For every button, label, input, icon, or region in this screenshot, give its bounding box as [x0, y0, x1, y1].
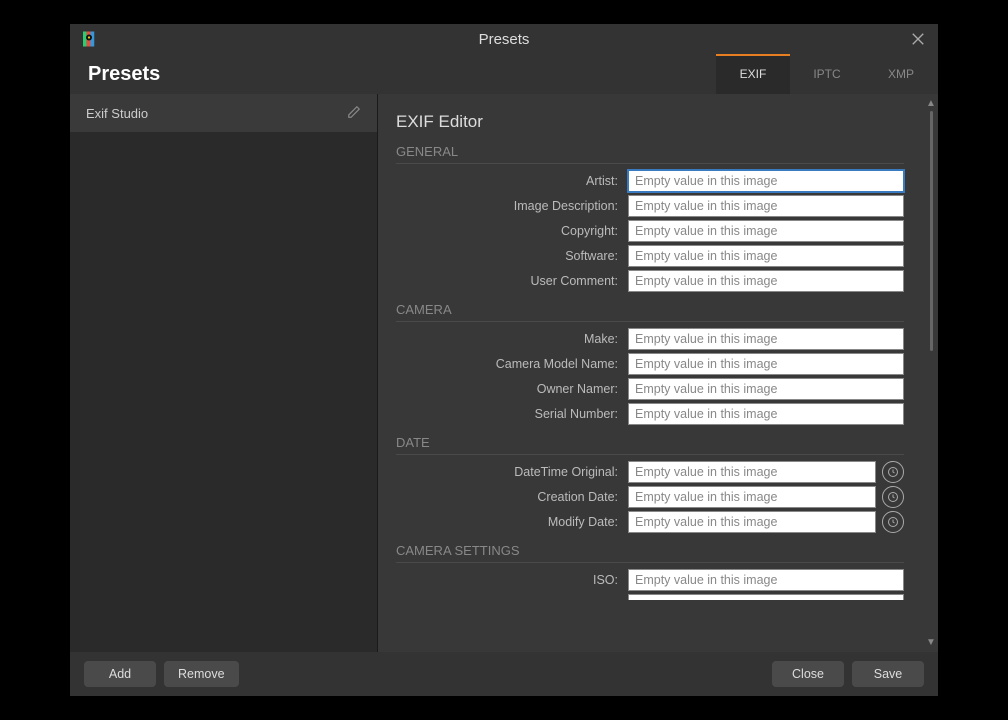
field-label: Software: [396, 249, 628, 263]
field-make: Make: [396, 328, 904, 350]
section-date-header: DATE [396, 435, 904, 455]
tab-xmp[interactable]: XMP [864, 54, 938, 94]
field-serial-number: Serial Number: [396, 403, 904, 425]
editor-scroll[interactable]: EXIF Editor GENERAL Artist: Image Descri… [378, 94, 924, 652]
section-general-header: GENERAL [396, 144, 904, 164]
field-label: Modify Date: [396, 515, 628, 529]
field-label: Make: [396, 332, 628, 346]
field-label: Artist: [396, 174, 628, 188]
remove-button[interactable]: Remove [164, 661, 239, 687]
owner-name-input[interactable] [628, 378, 904, 400]
field-partial [396, 594, 904, 600]
sidebar-item-exif-studio[interactable]: Exif Studio [70, 94, 377, 132]
field-label: User Comment: [396, 274, 628, 288]
save-button[interactable]: Save [852, 661, 924, 687]
user-comment-input[interactable] [628, 270, 904, 292]
app-icon [80, 30, 98, 48]
editor-panel: EXIF Editor GENERAL Artist: Image Descri… [378, 94, 938, 652]
field-label: Owner Namer: [396, 382, 628, 396]
sidebar: Exif Studio [70, 94, 378, 652]
tab-label: IPTC [813, 67, 840, 81]
tab-group: EXIF IPTC XMP [716, 54, 938, 94]
field-label: Copyright: [396, 224, 628, 238]
clock-icon[interactable] [882, 461, 904, 483]
field-datetime-original: DateTime Original: [396, 461, 904, 483]
field-label: ISO: [396, 573, 628, 587]
datetime-original-input[interactable] [628, 461, 876, 483]
section-camera-header: CAMERA [396, 302, 904, 322]
field-software: Software: [396, 245, 904, 267]
field-label: Image Description: [396, 199, 628, 213]
copyright-input[interactable] [628, 220, 904, 242]
tab-iptc[interactable]: IPTC [790, 54, 864, 94]
field-creation-date: Creation Date: [396, 486, 904, 508]
pencil-icon[interactable] [347, 105, 361, 122]
section-camera-settings-header: CAMERA SETTINGS [396, 543, 904, 563]
software-input[interactable] [628, 245, 904, 267]
editor-title: EXIF Editor [396, 112, 904, 132]
field-camera-model-name: Camera Model Name: [396, 353, 904, 375]
partial-input [628, 594, 904, 600]
image-description-input[interactable] [628, 195, 904, 217]
tab-label: XMP [888, 67, 914, 81]
tab-label: EXIF [740, 67, 767, 81]
clock-icon[interactable] [882, 511, 904, 533]
iso-input[interactable] [628, 569, 904, 591]
modify-date-input[interactable] [628, 511, 876, 533]
field-artist: Artist: [396, 170, 904, 192]
tabs-row: Presets EXIF IPTC XMP [70, 54, 938, 94]
field-owner-name: Owner Namer: [396, 378, 904, 400]
field-label: DateTime Original: [396, 465, 628, 479]
scroll-down-arrow-icon[interactable]: ▼ [926, 637, 936, 648]
close-button[interactable]: Close [772, 661, 844, 687]
scrollbar[interactable]: ▲ ▼ [924, 94, 938, 652]
footer: Add Remove Close Save [70, 652, 938, 696]
field-image-description: Image Description: [396, 195, 904, 217]
artist-input[interactable] [628, 170, 904, 192]
camera-model-name-input[interactable] [628, 353, 904, 375]
add-button[interactable]: Add [84, 661, 156, 687]
close-icon[interactable] [908, 29, 928, 49]
presets-window: Presets Presets EXIF IPTC XMP Exif Studi… [70, 24, 938, 696]
field-copyright: Copyright: [396, 220, 904, 242]
window-title: Presets [70, 31, 938, 48]
creation-date-input[interactable] [628, 486, 876, 508]
sidebar-item-label: Exif Studio [86, 106, 148, 121]
field-label: Camera Model Name: [396, 357, 628, 371]
scroll-thumb[interactable] [930, 111, 933, 351]
serial-number-input[interactable] [628, 403, 904, 425]
page-heading: Presets [88, 63, 160, 86]
field-iso: ISO: [396, 569, 904, 591]
field-modify-date: Modify Date: [396, 511, 904, 533]
tab-exif[interactable]: EXIF [716, 54, 790, 94]
scroll-up-arrow-icon[interactable]: ▲ [926, 98, 936, 109]
field-label: Creation Date: [396, 490, 628, 504]
clock-icon[interactable] [882, 486, 904, 508]
field-user-comment: User Comment: [396, 270, 904, 292]
field-label: Serial Number: [396, 407, 628, 421]
titlebar: Presets [70, 24, 938, 54]
body-area: Exif Studio EXIF Editor GENERAL Artist: … [70, 94, 938, 652]
make-input[interactable] [628, 328, 904, 350]
